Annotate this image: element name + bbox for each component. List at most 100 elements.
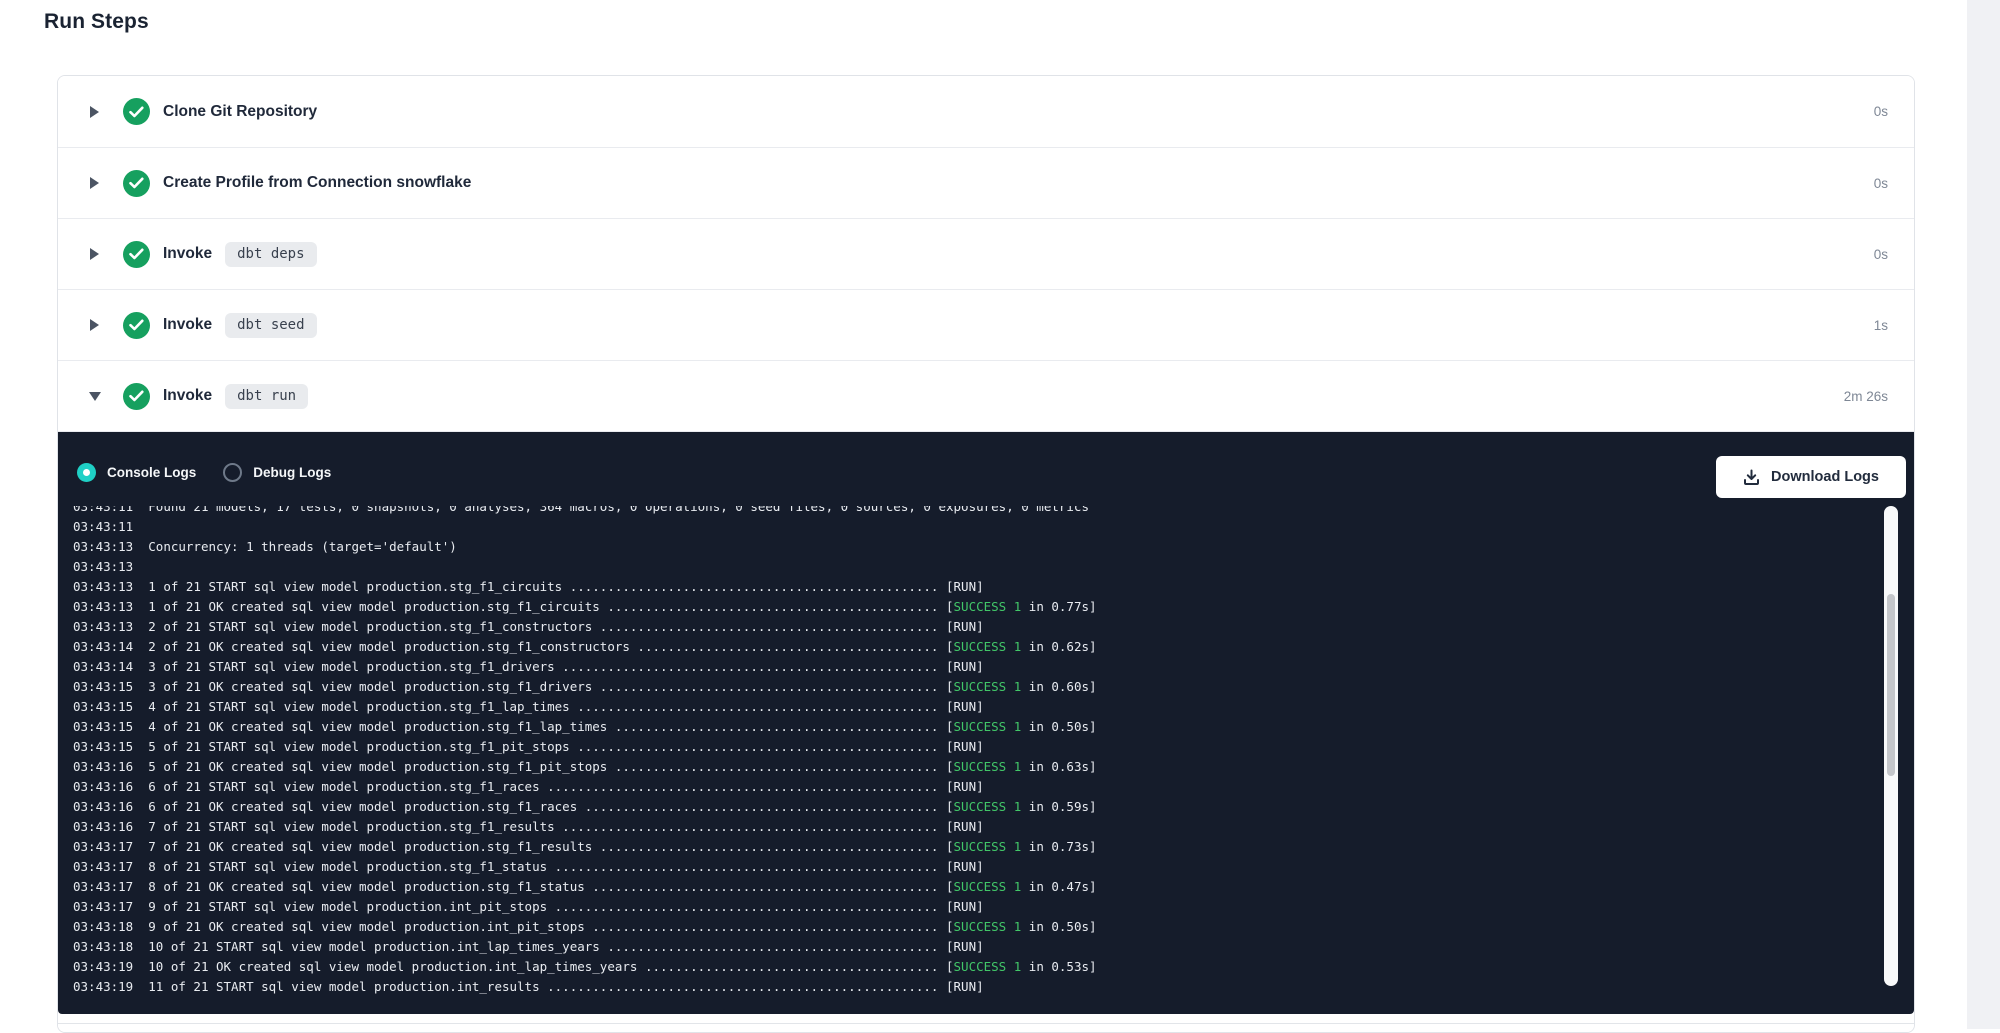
step-label: Invoke	[163, 387, 212, 405]
run-step-header[interactable]: Clone Git Repository 0s	[58, 76, 1914, 147]
expand-caret-icon	[90, 319, 99, 331]
step-duration: 0s	[1874, 247, 1888, 262]
log-timestamp: 03:43:14	[73, 639, 133, 654]
step-label: Invoke	[163, 245, 212, 263]
log-timestamp: 03:43:16	[73, 819, 133, 834]
log-timestamp: 03:43:17	[73, 899, 133, 914]
log-line: 03:43:19 11 of 21 START sql view model p…	[73, 977, 1873, 997]
log-line: 03:43:13 1 of 21 START sql view model pr…	[73, 577, 1873, 597]
expand-caret-icon	[89, 392, 101, 401]
log-timestamp: 03:43:13	[73, 619, 133, 634]
log-line: 03:43:13 2 of 21 START sql view model pr…	[73, 617, 1873, 637]
log-timestamp: 03:43:15	[73, 699, 133, 714]
expand-caret-icon	[90, 106, 99, 118]
success-check-icon	[123, 383, 150, 410]
run-steps-card: Clone Git Repository 0s Create Profile f…	[57, 75, 1915, 1033]
expand-caret-icon	[90, 177, 99, 189]
log-line: 03:43:17 8 of 21 START sql view model pr…	[73, 857, 1873, 877]
log-timestamp: 03:43:16	[73, 779, 133, 794]
step-label: Clone Git Repository	[163, 103, 317, 121]
log-timestamp: 03:43:19	[73, 959, 133, 974]
log-line: 03:43:13 Concurrency: 1 threads (target=…	[73, 537, 1873, 557]
log-timestamp: 03:43:16	[73, 799, 133, 814]
radio-label: Console Logs	[107, 465, 196, 480]
run-step: Invoke dbt deps 0s	[58, 218, 1914, 289]
log-line: 03:43:11	[73, 517, 1873, 537]
console-toolbar: Console Logs Debug Logs Download Logs	[58, 432, 1914, 506]
next-row-divider	[58, 1023, 1914, 1032]
log-timestamp: 03:43:11	[73, 519, 133, 534]
run-step: Create Profile from Connection snowflake…	[58, 147, 1914, 218]
log-timestamp: 03:43:17	[73, 879, 133, 894]
log-line: 03:43:15 4 of 21 START sql view model pr…	[73, 697, 1873, 717]
log-timestamp: 03:43:18	[73, 919, 133, 934]
run-step: Clone Git Repository 0s	[58, 76, 1914, 147]
radio-icon	[77, 463, 96, 482]
console-scrollbar-thumb[interactable]	[1887, 594, 1895, 776]
download-logs-button[interactable]: Download Logs	[1716, 456, 1906, 498]
log-line: 03:43:18 10 of 21 START sql view model p…	[73, 937, 1873, 957]
step-command-pill: dbt deps	[225, 242, 316, 267]
step-duration: 1s	[1874, 318, 1888, 333]
log-timestamp: 03:43:15	[73, 739, 133, 754]
log-line: 03:43:11 Found 21 models, 17 tests, 0 sn…	[73, 506, 1873, 517]
page-title: Run Steps	[44, 10, 149, 34]
log-line: 03:43:13	[73, 557, 1873, 577]
expand-caret-icon	[90, 248, 99, 260]
log-timestamp: 03:43:16	[73, 759, 133, 774]
success-check-icon	[123, 98, 150, 125]
run-step-header[interactable]: Invoke dbt seed 1s	[58, 289, 1914, 360]
log-line: 03:43:15 3 of 21 OK created sql view mod…	[73, 677, 1873, 697]
download-logs-label: Download Logs	[1771, 469, 1879, 485]
step-label: Create Profile from Connection snowflake	[163, 174, 471, 192]
page-right-gutter	[1967, 0, 2000, 1029]
log-timestamp: 03:43:18	[73, 939, 133, 954]
step-duration: 2m 26s	[1844, 389, 1888, 404]
radio-label: Debug Logs	[253, 465, 331, 480]
log-timestamp: 03:43:13	[73, 559, 133, 574]
log-timestamp: 03:43:13	[73, 599, 133, 614]
log-timestamp: 03:43:13	[73, 579, 133, 594]
log-line: 03:43:16 7 of 21 START sql view model pr…	[73, 817, 1873, 837]
step-command-pill: dbt run	[225, 384, 308, 409]
log-line: 03:43:14 3 of 21 START sql view model pr…	[73, 657, 1873, 677]
log-line: 03:43:17 7 of 21 OK created sql view mod…	[73, 837, 1873, 857]
log-line: 03:43:15 5 of 21 START sql view model pr…	[73, 737, 1873, 757]
log-type-radio-group: Console Logs Debug Logs	[77, 463, 331, 482]
run-step-header[interactable]: Invoke dbt run 2m 26s	[58, 360, 1914, 431]
log-line: 03:43:14 2 of 21 OK created sql view mod…	[73, 637, 1873, 657]
step-duration: 0s	[1874, 104, 1888, 119]
run-step: Invoke dbt seed 1s	[58, 289, 1914, 360]
console-log-lines: 03:43:11 Found 21 models, 17 tests, 0 sn…	[73, 506, 1873, 997]
log-line: 03:43:13 1 of 21 OK created sql view mod…	[73, 597, 1873, 617]
log-timestamp: 03:43:13	[73, 539, 133, 554]
console-scrollbar-track[interactable]	[1884, 506, 1898, 986]
step-label: Invoke	[163, 316, 212, 334]
success-check-icon	[123, 312, 150, 339]
log-timestamp: 03:43:15	[73, 679, 133, 694]
log-timestamp: 03:43:17	[73, 839, 133, 854]
log-timestamp: 03:43:19	[73, 979, 133, 994]
log-line: 03:43:16 5 of 21 OK created sql view mod…	[73, 757, 1873, 777]
log-type-radio[interactable]: Debug Logs	[223, 463, 331, 482]
log-line: 03:43:16 6 of 21 START sql view model pr…	[73, 777, 1873, 797]
log-line: 03:43:17 8 of 21 OK created sql view mod…	[73, 877, 1873, 897]
log-line: 03:43:19 10 of 21 OK created sql view mo…	[73, 957, 1873, 977]
log-timestamp: 03:43:11	[73, 506, 133, 514]
success-check-icon	[123, 241, 150, 268]
step-command-pill: dbt seed	[225, 313, 316, 338]
log-line: 03:43:16 6 of 21 OK created sql view mod…	[73, 797, 1873, 817]
log-timestamp: 03:43:14	[73, 659, 133, 674]
step-duration: 0s	[1874, 176, 1888, 191]
run-step-header[interactable]: Invoke dbt deps 0s	[58, 218, 1914, 289]
run-step: Invoke dbt run 2m 26s Console Logs Debug…	[58, 360, 1914, 1032]
download-icon	[1743, 469, 1760, 486]
run-step-header[interactable]: Create Profile from Connection snowflake…	[58, 147, 1914, 218]
radio-icon	[223, 463, 242, 482]
log-timestamp: 03:43:15	[73, 719, 133, 734]
log-line: 03:43:17 9 of 21 START sql view model pr…	[73, 897, 1873, 917]
log-type-radio[interactable]: Console Logs	[77, 463, 196, 482]
success-check-icon	[123, 170, 150, 197]
console-panel: Console Logs Debug Logs Download Logs 03…	[58, 431, 1914, 1014]
log-line: 03:43:15 4 of 21 OK created sql view mod…	[73, 717, 1873, 737]
